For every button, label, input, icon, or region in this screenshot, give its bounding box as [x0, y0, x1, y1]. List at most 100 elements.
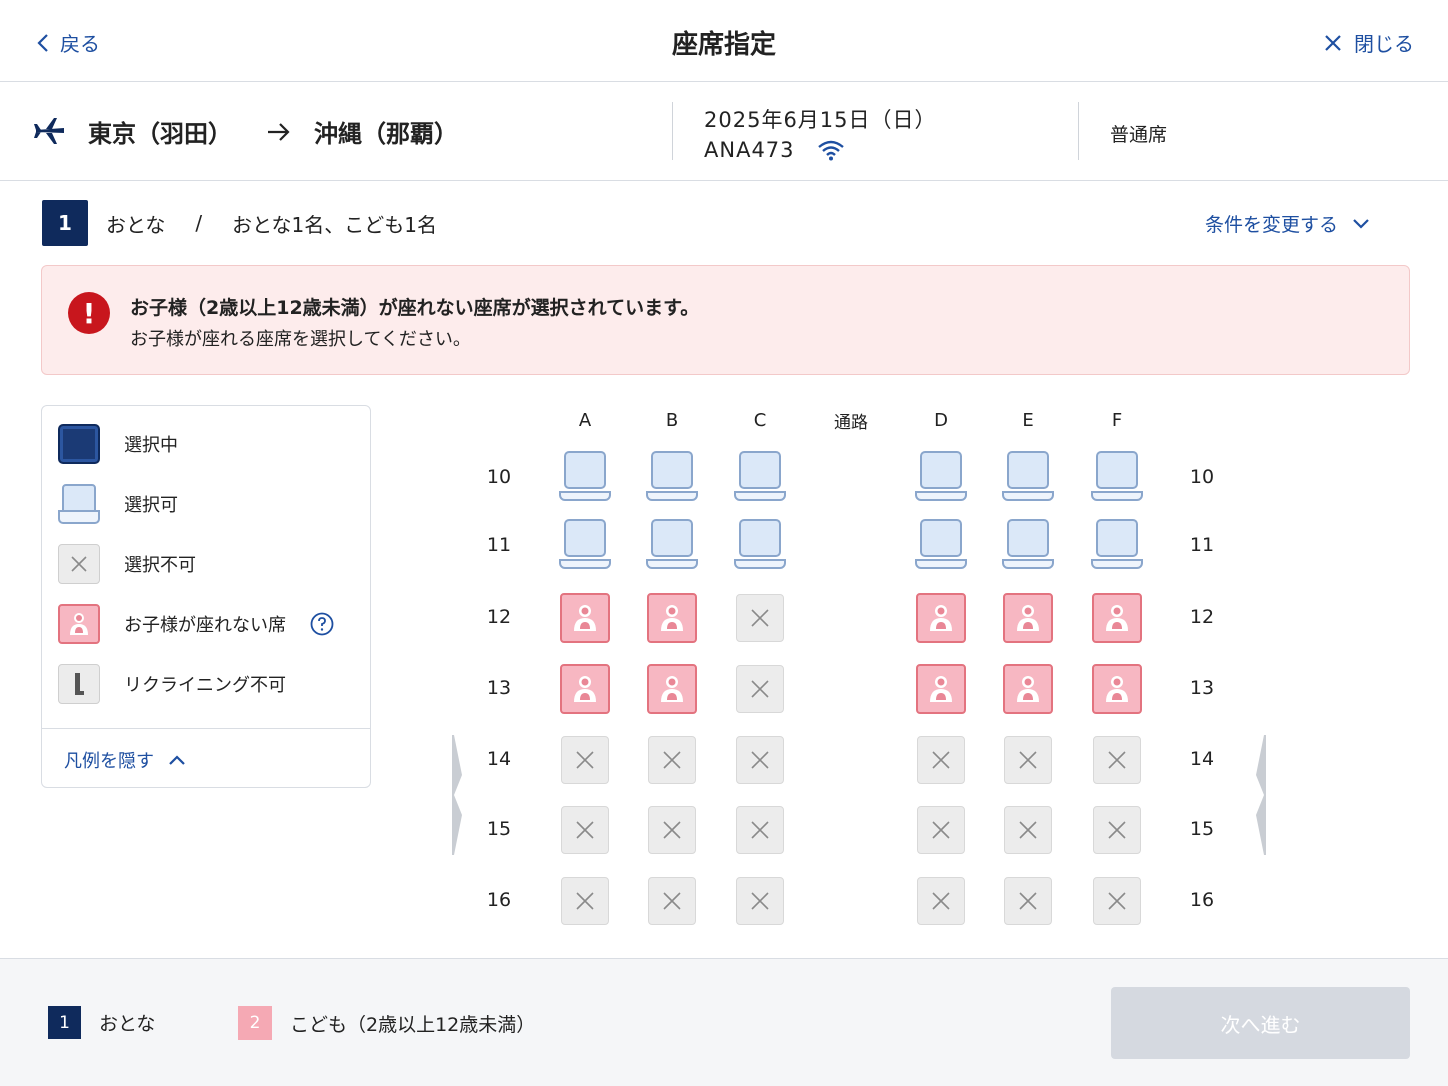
available-seat-icon: [1002, 519, 1054, 569]
flight-info-bar: 東京（羽田） 沖縄（那覇） 2025年6月15日（日） ANA473 普通席: [0, 82, 1448, 181]
available-seat-icon: [646, 519, 698, 569]
row-number-right: 11: [1189, 534, 1215, 556]
column-header-d: D: [934, 410, 948, 431]
flight-number-row: ANA473: [704, 138, 845, 162]
seat-15a: [561, 806, 609, 854]
alert-message-primary: お子様（2歳以上12歳未満）が座れない座席が選択されています。: [130, 297, 700, 319]
column-header-b: B: [665, 410, 679, 431]
legend-item-no-recline: リクライニング不可: [58, 664, 286, 704]
child-restricted-seat-icon: [560, 664, 610, 714]
child-restricted-seat-icon: [560, 593, 610, 643]
available-seat-icon: [915, 451, 967, 501]
seat-10d[interactable]: [915, 451, 967, 501]
footer-passenger-1[interactable]: 1 おとな: [48, 1006, 155, 1039]
passenger-count: おとな1名、こども1名: [232, 212, 438, 237]
seat-13e[interactable]: [1003, 664, 1053, 714]
seat-10b[interactable]: [646, 451, 698, 501]
seat-13d[interactable]: [916, 664, 966, 714]
seat-10f[interactable]: [1091, 451, 1143, 501]
alert-message-secondary: お子様が座れる座席を選択してください。: [130, 329, 471, 350]
child-restricted-seat-icon: [647, 664, 697, 714]
seat-13f[interactable]: [1092, 664, 1142, 714]
seat-11d[interactable]: [915, 519, 967, 569]
footer-bar: 1 おとな 2 こども（2歳以上12歳未満） 次へ進む: [0, 958, 1448, 1086]
unavailable-seat-icon: [1093, 806, 1141, 854]
seat-11a[interactable]: [559, 519, 611, 569]
legend-label: 選択可: [124, 495, 178, 516]
seat-12e[interactable]: [1003, 593, 1053, 643]
error-alert: ! お子様（2歳以上12歳未満）が座れない座席が選択されています。 お子様が座れ…: [41, 265, 1410, 375]
close-button[interactable]: 閉じる: [1324, 28, 1414, 57]
seat-legend: 選択中 選択可 選択不可 お子様が座れない席 リクライニング不可 凡例を隠す: [41, 405, 371, 788]
column-header-c: C: [753, 410, 767, 431]
column-header-f: F: [1111, 410, 1123, 431]
unavailable-seat-icon: [736, 877, 784, 925]
row-number-right: 14: [1189, 748, 1215, 770]
divider: [672, 102, 673, 160]
seat-11c[interactable]: [734, 519, 786, 569]
seat-13b[interactable]: [647, 664, 697, 714]
legend-label: 選択中: [124, 435, 178, 456]
seat-14d: [917, 736, 965, 784]
next-button[interactable]: 次へ進む: [1111, 987, 1410, 1059]
change-conditions-label: 条件を変更する: [1204, 214, 1338, 236]
seat-14c: [736, 736, 784, 784]
seat-10e[interactable]: [1002, 451, 1054, 501]
legend-item-selected: 選択中: [58, 424, 178, 464]
column-header-a: A: [578, 410, 592, 431]
child-restricted-seat-icon: [916, 664, 966, 714]
legend-label: 選択不可: [124, 555, 196, 576]
legend-item-available: 選択可: [58, 484, 178, 524]
seat-12f[interactable]: [1092, 593, 1142, 643]
seat-11b[interactable]: [646, 519, 698, 569]
seat-12d[interactable]: [916, 593, 966, 643]
child-restricted-seat-icon: [647, 593, 697, 643]
legend-item-unavailable: 選択不可: [58, 544, 196, 584]
seat-13a[interactable]: [560, 664, 610, 714]
unavailable-seat-icon: [917, 877, 965, 925]
wifi-icon: [817, 140, 844, 161]
help-icon[interactable]: [310, 612, 334, 636]
exclamation-icon: !: [68, 292, 110, 334]
passenger-label: こども（2歳以上12歳未満）: [290, 1013, 536, 1036]
seat-10a[interactable]: [559, 451, 611, 501]
change-conditions-button[interactable]: 条件を変更する: [1205, 210, 1370, 237]
passenger-number-badge: 2: [238, 1006, 272, 1040]
seat-16b: [648, 877, 696, 925]
separator: /: [195, 211, 203, 235]
divider: [1078, 102, 1079, 160]
seat-16a: [561, 877, 609, 925]
available-seat-icon: [559, 519, 611, 569]
unavailable-seat-icon: [1004, 806, 1052, 854]
unavailable-seat-icon: [736, 594, 784, 642]
seat-11e[interactable]: [1002, 519, 1054, 569]
seat-16d: [917, 877, 965, 925]
passenger-selector: 1 おとな / おとな1名、こども1名: [42, 200, 437, 246]
row-number-right: 13: [1189, 677, 1215, 699]
row-number-right: 12: [1189, 606, 1215, 628]
seat-12b[interactable]: [647, 593, 697, 643]
seat-12a[interactable]: [560, 593, 610, 643]
seat-15f: [1093, 806, 1141, 854]
unavailable-seat-icon: [917, 806, 965, 854]
footer-passenger-2[interactable]: 2 こども（2歳以上12歳未満）: [238, 1006, 535, 1040]
passenger-number-badge[interactable]: 1: [42, 200, 88, 246]
row-number-left: 16: [486, 889, 512, 911]
chevron-down-icon: [1353, 218, 1369, 229]
seat-map: A B C D E F 通路 10 10 11 11 12 12 13 13 14 14 15 15 16 16: [440, 400, 1290, 940]
unavailable-seat-icon: [1093, 877, 1141, 925]
available-seat-icon: [915, 519, 967, 569]
seat-10c[interactable]: [734, 451, 786, 501]
row-number-left: 13: [486, 677, 512, 699]
unavailable-seat-icon: [736, 736, 784, 784]
seat-14b: [648, 736, 696, 784]
passenger-number-badge: 1: [48, 1006, 81, 1039]
column-header-e: E: [1022, 410, 1034, 431]
aisle-label: 通路: [834, 413, 868, 433]
seat-14a: [561, 736, 609, 784]
seat-11f[interactable]: [1091, 519, 1143, 569]
available-seat-icon: [734, 519, 786, 569]
row-number-right: 15: [1189, 818, 1215, 840]
hide-legend-button[interactable]: 凡例を隠す: [64, 747, 186, 773]
unavailable-seat-icon: [648, 736, 696, 784]
